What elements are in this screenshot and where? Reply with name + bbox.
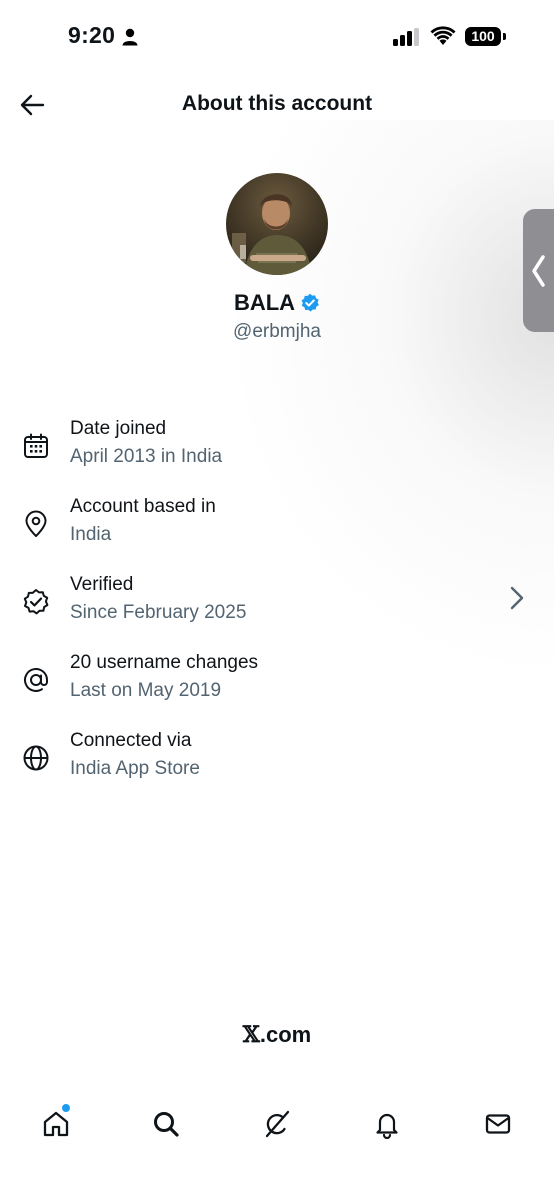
nav-messages[interactable] bbox=[478, 1100, 518, 1148]
mail-icon bbox=[485, 1114, 511, 1134]
info-subtitle: Since February 2025 bbox=[70, 602, 247, 623]
calendar-icon bbox=[24, 433, 48, 458]
info-row-account-based-in: Account based in India bbox=[0, 496, 554, 566]
status-bar: 9:20 100 bbox=[0, 0, 554, 70]
info-title: Date joined bbox=[70, 418, 167, 439]
info-row-username-changes: 20 username changes Last on May 2019 bbox=[0, 652, 554, 722]
search-icon bbox=[154, 1112, 179, 1137]
cellular-signal-icon bbox=[393, 28, 419, 46]
globe-icon bbox=[23, 745, 49, 771]
name-row: BALA bbox=[0, 290, 554, 316]
battery-level: 100 bbox=[465, 27, 501, 46]
status-time: 9:20 bbox=[68, 22, 116, 48]
info-subtitle: India App Store bbox=[70, 758, 200, 779]
wifi-icon bbox=[430, 26, 456, 45]
info-row-date-joined: Date joined April 2013 in India bbox=[0, 418, 554, 488]
person-icon bbox=[122, 28, 138, 46]
home-icon bbox=[43, 1111, 69, 1137]
brand-domain: 𝕏.com bbox=[0, 1022, 554, 1048]
info-subtitle: April 2013 in India bbox=[70, 446, 223, 467]
chevron-right-icon bbox=[510, 586, 524, 610]
home-notification-dot bbox=[62, 1104, 70, 1112]
grok-icon bbox=[265, 1110, 290, 1138]
nav-home[interactable] bbox=[36, 1100, 76, 1148]
bottom-navigation bbox=[0, 1100, 554, 1150]
battery-tip bbox=[503, 33, 506, 40]
info-title: Connected via bbox=[70, 730, 192, 751]
info-title: Account based in bbox=[70, 496, 216, 517]
info-subtitle: India bbox=[70, 524, 112, 545]
chevron-left-icon bbox=[532, 255, 545, 287]
info-title: 20 username changes bbox=[70, 652, 259, 673]
profile-photo bbox=[226, 173, 328, 275]
profile-handle: @erbmjha bbox=[233, 321, 321, 342]
nav-notifications[interactable] bbox=[367, 1100, 407, 1148]
page-title: About this account bbox=[181, 92, 373, 115]
location-pin-icon bbox=[25, 510, 47, 537]
verified-badge-outline-icon bbox=[23, 589, 49, 615]
nav-search[interactable] bbox=[146, 1100, 186, 1148]
info-row-verified[interactable]: Verified Since February 2025 bbox=[0, 574, 554, 644]
avatar[interactable] bbox=[226, 173, 328, 275]
bell-icon bbox=[376, 1113, 398, 1139]
info-row-connected-via: Connected via India App Store bbox=[0, 730, 554, 800]
display-name: BALA bbox=[233, 290, 296, 315]
x-logo: 𝕏 bbox=[242, 1022, 260, 1048]
info-title: Verified bbox=[70, 574, 134, 595]
nav-grok[interactable] bbox=[257, 1100, 297, 1148]
info-subtitle: Last on May 2019 bbox=[70, 680, 222, 701]
brand-suffix: .com bbox=[259, 1022, 312, 1047]
at-sign-icon bbox=[24, 668, 48, 692]
verified-badge-icon bbox=[301, 293, 319, 312]
